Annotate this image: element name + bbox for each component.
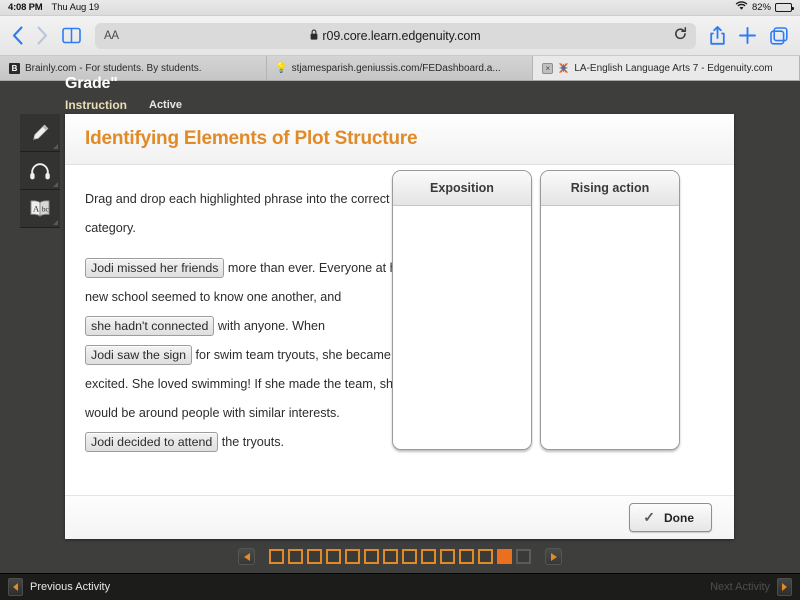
activity-body: Drag and drop each highlighted phrase in… <box>65 165 734 495</box>
course-tabs: Instruction Active <box>65 98 800 112</box>
tab-active[interactable]: Active <box>149 99 182 111</box>
edgenuity-page: Grade" Instruction Active Abc Identifyin… <box>0 81 800 600</box>
activity-nav-bar: Previous Activity Next Activity <box>0 573 800 600</box>
pager-step[interactable] <box>326 549 341 564</box>
done-button-label: Done <box>664 511 694 525</box>
pager-step[interactable] <box>440 549 455 564</box>
drop-zone-exposition[interactable]: Exposition <box>392 170 532 450</box>
pager-step[interactable] <box>516 549 531 564</box>
pager-step[interactable] <box>364 549 379 564</box>
pager-next-button[interactable] <box>545 548 562 565</box>
pager-prev-button[interactable] <box>238 548 255 565</box>
battery-icon <box>775 3 792 12</box>
battery-percent: 82% <box>752 2 771 13</box>
passage-panel: Drag and drop each highlighted phrase in… <box>85 185 415 457</box>
highlighter-icon[interactable] <box>20 114 60 152</box>
pager-step[interactable] <box>307 549 322 564</box>
svg-text:bc: bc <box>42 205 49 213</box>
forward-button[interactable] <box>37 26 48 45</box>
passage-segment: the tryouts. <box>218 435 284 449</box>
edgenuity-icon <box>558 63 569 74</box>
wifi-icon <box>735 1 748 14</box>
url-text: r09.core.learn.edgenuity.com <box>322 29 480 43</box>
drop-zone-body[interactable] <box>393 206 531 449</box>
draggable-chip-1[interactable]: Jodi missed her friends <box>85 258 224 278</box>
share-icon[interactable] <box>710 26 725 45</box>
page-title: Identifying Elements of Plot Structure <box>85 128 417 150</box>
pager-step-current[interactable] <box>497 549 512 564</box>
previous-activity-label: Previous Activity <box>30 581 110 593</box>
pager-step[interactable] <box>383 549 398 564</box>
spacer <box>85 243 415 254</box>
pager-step[interactable] <box>288 549 303 564</box>
activity-footer: ✓ Done <box>65 495 734 539</box>
browser-toolbar: AA r09.core.learn.edgenuity.com <box>0 16 800 56</box>
passage-text: Jodi missed her friends more than ever. … <box>85 254 415 457</box>
text-size-button[interactable]: AA <box>104 30 119 42</box>
next-activity-button[interactable]: Next Activity <box>710 578 792 596</box>
course-header: Grade" Instruction Active <box>0 77 800 112</box>
previous-activity-button[interactable]: Previous Activity <box>8 578 110 596</box>
passage-segment: with anyone. When <box>214 319 325 333</box>
address-bar[interactable]: AA r09.core.learn.edgenuity.com <box>95 23 696 49</box>
drop-zone-label: Exposition <box>393 171 531 206</box>
pager-step[interactable] <box>269 549 284 564</box>
course-title: Grade" <box>65 77 800 91</box>
drop-zone-label: Rising action <box>541 171 679 206</box>
plus-icon[interactable] <box>739 27 756 44</box>
pager-steps <box>269 549 531 564</box>
headphones-icon[interactable] <box>20 152 60 190</box>
next-activity-label: Next Activity <box>710 581 770 593</box>
triangle-right-icon <box>777 578 792 596</box>
pager-step[interactable] <box>459 549 474 564</box>
tab-instruction[interactable]: Instruction <box>65 98 127 112</box>
draggable-chip-2[interactable]: she hadn't connected <box>85 316 214 336</box>
instructions-text: Drag and drop each highlighted phrase in… <box>85 185 415 243</box>
status-time: 4:08 PM <box>8 2 43 13</box>
close-icon[interactable]: × <box>542 63 553 74</box>
brainly-icon: B <box>9 63 20 74</box>
drop-zone-rising-action[interactable]: Rising action <box>540 170 680 450</box>
step-pager <box>0 548 800 565</box>
status-right-cluster: 82% <box>735 1 792 14</box>
pager-step[interactable] <box>421 549 436 564</box>
pager-step[interactable] <box>402 549 417 564</box>
drop-zone-group: Exposition Rising action <box>392 170 680 450</box>
ios-status-bar: 4:08 PM Thu Aug 19 82% <box>0 0 800 16</box>
tab-title: Brainly.com - For students. By students. <box>25 63 202 74</box>
svg-text:A: A <box>33 203 40 213</box>
done-button[interactable]: ✓ Done <box>629 503 712 532</box>
glossary-icon[interactable]: Abc <box>20 190 60 228</box>
activity-header: Identifying Elements of Plot Structure <box>65 114 734 165</box>
reload-icon[interactable] <box>674 27 687 44</box>
drop-zone-body[interactable] <box>541 206 679 449</box>
draggable-chip-3[interactable]: Jodi saw the sign <box>85 345 192 365</box>
lightbulb-icon: 💡 <box>276 63 287 74</box>
check-icon: ✓ <box>643 509 655 526</box>
lock-icon <box>310 29 318 43</box>
tabs-icon[interactable] <box>770 27 788 45</box>
url-display: r09.core.learn.edgenuity.com <box>95 29 696 43</box>
pager-step[interactable] <box>478 549 493 564</box>
status-date: Thu Aug 19 <box>52 2 100 13</box>
tool-rail: Abc <box>20 114 60 228</box>
tab-title: LA-English Language Arts 7 - Edgenuity.c… <box>574 63 772 74</box>
book-icon[interactable] <box>62 27 81 44</box>
triangle-left-icon <box>8 578 23 596</box>
tab-title: stjamesparish.geniussis.com/FEDashboard.… <box>292 63 501 74</box>
back-button[interactable] <box>12 26 23 45</box>
activity-card: Identifying Elements of Plot Structure D… <box>65 114 734 539</box>
draggable-chip-4[interactable]: Jodi decided to attend <box>85 432 218 452</box>
pager-step[interactable] <box>345 549 360 564</box>
